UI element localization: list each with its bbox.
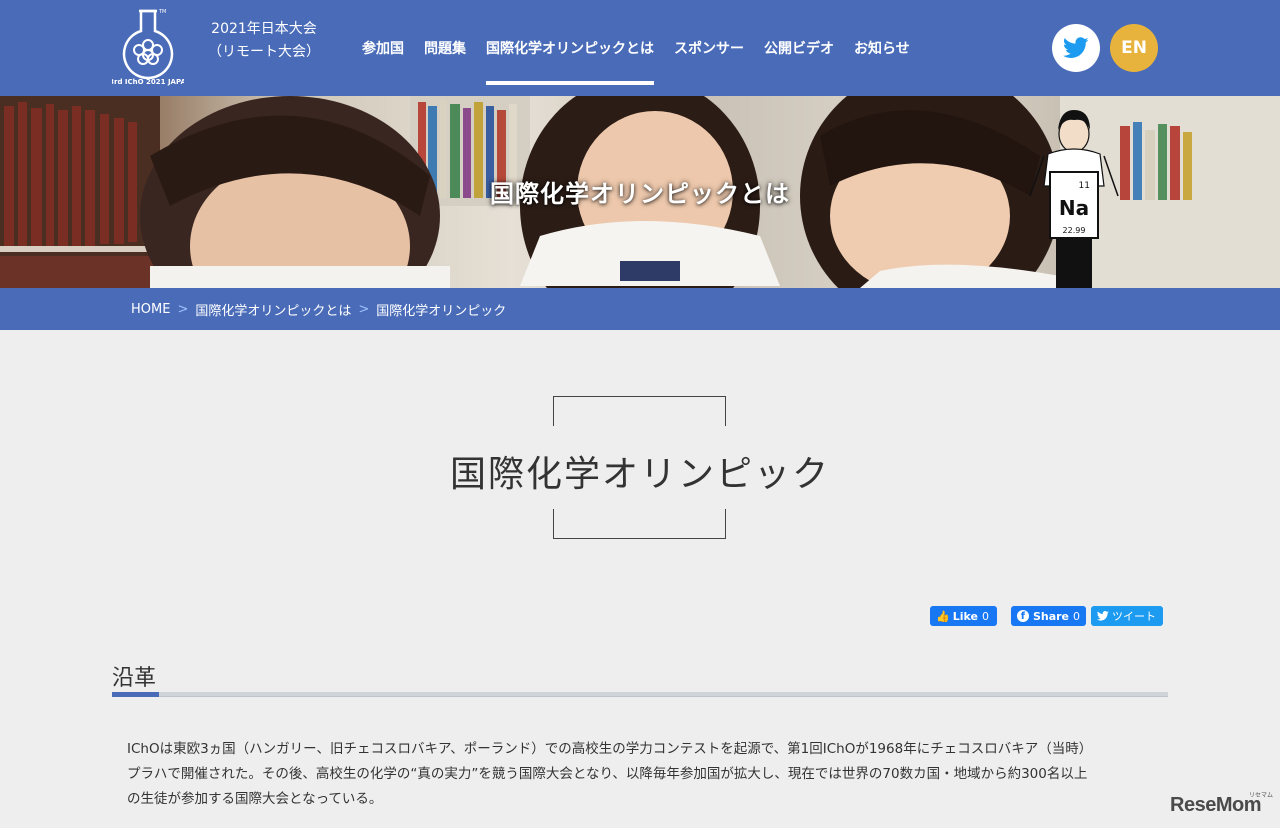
breadcrumb-current: 国際化学オリンピック [376, 303, 507, 319]
nav-item-problems[interactable]: 問題集 [414, 0, 476, 96]
tweet-label: ツイート [1112, 610, 1156, 623]
event-name-line1: 2021年日本大会 [211, 21, 317, 37]
nav-item-sponsors[interactable]: スポンサー [664, 0, 754, 96]
section-divider-accent [112, 692, 159, 697]
breadcrumb-bar: HOME > 国際化学オリンピックとは > 国際化学オリンピック [0, 288, 1280, 330]
facebook-share-button[interactable]: f Share 0 [1011, 606, 1086, 626]
main-nav: 参加国 問題集 国際化学オリンピックとは スポンサー 公開ビデオ お知らせ [352, 0, 920, 96]
site-header: 53rd IChO 2021 JAPAN TM 2021年日本大会 （リモート大… [0, 0, 1280, 96]
twitter-button[interactable] [1052, 24, 1100, 72]
resemom-watermark: ReseMom [1170, 794, 1261, 816]
history-line: の生徒が参加する国際大会となっている。 [127, 791, 383, 807]
like-label: Like [952, 609, 978, 623]
history-line: IChOは東欧3ヵ国（ハンガリー、旧チェコスロバキア、ポーランド）での高校生の学… [127, 741, 1093, 757]
thumbs-up-icon: 👍 [936, 609, 950, 623]
history-line: プラハで開催された。その後、高校生の化学の“真の実力”を競う国際大会となり、以降… [127, 766, 1088, 782]
hero-title: 国際化学オリンピックとは [490, 180, 790, 208]
event-name: 2021年日本大会 （リモート大会） [196, 18, 332, 64]
history-paragraph: IChOは東欧3ヵ国（ハンガリー、旧チェコスロバキア、ポーランド）での高校生の学… [127, 737, 1157, 812]
svg-text:TM: TM [158, 9, 166, 15]
share-label: Share [1032, 609, 1069, 623]
hero-banner: 11 Na 22.99 国際化学オリンピックとは [0, 96, 1280, 288]
breadcrumb-home[interactable]: HOME [131, 302, 170, 317]
event-name-line2: （リモート大会） [208, 44, 320, 60]
breadcrumb-separator: > [358, 301, 370, 317]
nav-item-countries[interactable]: 参加国 [352, 0, 414, 96]
logo-text: 53rd IChO 2021 JAPAN [112, 78, 184, 86]
nav-item-videos[interactable]: 公開ビデオ [754, 0, 844, 96]
icho-logo[interactable]: 53rd IChO 2021 JAPAN TM [104, 5, 192, 89]
like-count: 0 [981, 609, 989, 623]
nav-item-news[interactable]: お知らせ [844, 0, 920, 96]
page-title: 国際化学オリンピック [449, 454, 830, 495]
facebook-icon: f [1017, 610, 1029, 622]
breadcrumb: HOME > 国際化学オリンピックとは > 国際化学オリンピック [131, 288, 506, 330]
resemom-watermark-kana: リセマム [1249, 792, 1274, 799]
title-frame-top [553, 396, 726, 426]
facebook-like-button[interactable]: 👍 Like 0 [930, 606, 997, 626]
twitter-bird-icon [1097, 611, 1109, 621]
breadcrumb-separator: > [177, 301, 189, 317]
section-divider [112, 692, 1168, 697]
svg-text:22.99: 22.99 [1063, 226, 1086, 235]
twitter-icon [1063, 37, 1089, 58]
title-frame-bottom [553, 509, 726, 539]
tweet-button[interactable]: ツイート [1091, 606, 1163, 626]
language-en-button[interactable]: EN [1110, 24, 1158, 72]
share-count: 0 [1073, 609, 1080, 623]
breadcrumb-about-icho[interactable]: 国際化学オリンピックとは [195, 300, 351, 319]
section-heading-history: 沿革 [112, 666, 157, 691]
nav-item-about-icho[interactable]: 国際化学オリンピックとは [476, 0, 664, 96]
